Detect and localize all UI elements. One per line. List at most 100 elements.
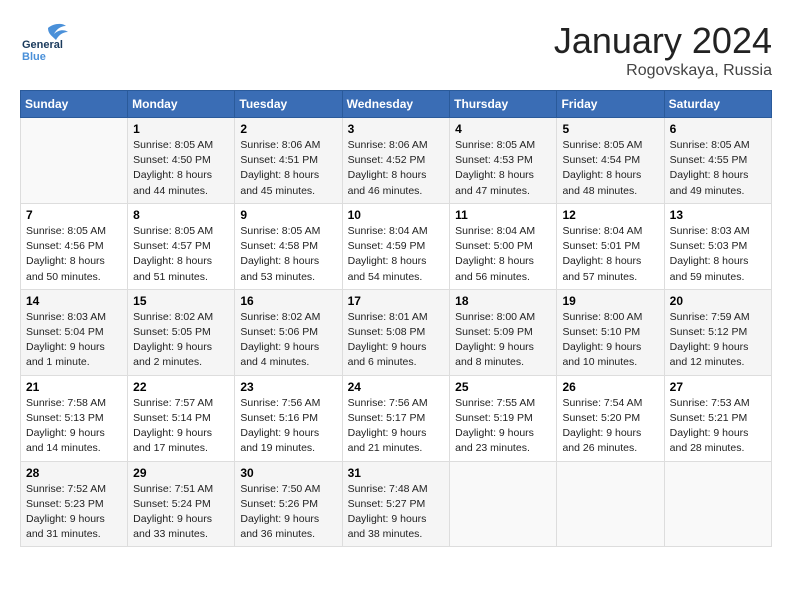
calendar-header: SundayMondayTuesdayWednesdayThursdayFrid… <box>21 91 772 118</box>
day-info: Sunrise: 8:04 AM Sunset: 5:00 PM Dayligh… <box>455 224 551 285</box>
day-info: Sunrise: 8:05 AM Sunset: 4:55 PM Dayligh… <box>670 138 766 199</box>
header-row: SundayMondayTuesdayWednesdayThursdayFrid… <box>21 91 772 118</box>
day-cell <box>450 461 557 547</box>
day-number: 22 <box>133 380 229 394</box>
day-number: 12 <box>562 208 658 222</box>
day-number: 8 <box>133 208 229 222</box>
location: Rogovskaya, Russia <box>554 62 772 80</box>
day-cell: 22Sunrise: 7:57 AM Sunset: 5:14 PM Dayli… <box>128 375 235 461</box>
day-info: Sunrise: 7:59 AM Sunset: 5:12 PM Dayligh… <box>670 310 766 371</box>
day-info: Sunrise: 8:01 AM Sunset: 5:08 PM Dayligh… <box>348 310 445 371</box>
header-cell-thursday: Thursday <box>450 91 557 118</box>
day-info: Sunrise: 8:05 AM Sunset: 4:58 PM Dayligh… <box>240 224 336 285</box>
header-cell-monday: Monday <box>128 91 235 118</box>
day-cell: 29Sunrise: 7:51 AM Sunset: 5:24 PM Dayli… <box>128 461 235 547</box>
day-cell: 18 Sunrise: 8:00 AM Sunset: 5:09 PM Dayli… <box>450 289 557 375</box>
day-cell: 8Sunrise: 8:05 AM Sunset: 4:57 PM Daylig… <box>128 203 235 289</box>
day-cell: 17 Sunrise: 8:01 AM Sunset: 5:08 PM Dayli… <box>342 289 450 375</box>
day-cell: 3 Sunrise: 8:06 AM Sunset: 4:52 PM Daylig… <box>342 118 450 204</box>
day-cell: 19Sunrise: 8:00 AM Sunset: 5:10 PM Dayli… <box>557 289 664 375</box>
day-number: 24 <box>348 380 445 394</box>
day-cell: 12 Sunrise: 8:04 AM Sunset: 5:01 PM Dayli… <box>557 203 664 289</box>
day-number: 18 <box>455 294 551 308</box>
day-info: Sunrise: 8:03 AM Sunset: 5:04 PM Dayligh… <box>26 310 122 371</box>
calendar-body: 1 Sunrise: 8:05 AM Sunset: 4:50 PM Daylig… <box>21 118 772 547</box>
day-cell: 25 Sunrise: 7:55 AM Sunset: 5:19 PM Dayli… <box>450 375 557 461</box>
day-cell: 9 Sunrise: 8:05 AM Sunset: 4:58 PM Daylig… <box>235 203 342 289</box>
day-number: 6 <box>670 122 766 136</box>
day-number: 26 <box>562 380 658 394</box>
day-number: 15 <box>133 294 229 308</box>
month-title: January 2024 <box>554 20 772 62</box>
day-number: 2 <box>240 122 336 136</box>
day-info: Sunrise: 7:54 AM Sunset: 5:20 PM Dayligh… <box>562 396 658 457</box>
day-number: 25 <box>455 380 551 394</box>
day-cell: 27 Sunrise: 7:53 AM Sunset: 5:21 PM Dayli… <box>664 375 771 461</box>
day-cell: 28Sunrise: 7:52 AM Sunset: 5:23 PM Dayli… <box>21 461 128 547</box>
day-info: Sunrise: 7:56 AM Sunset: 5:17 PM Dayligh… <box>348 396 445 457</box>
day-info: Sunrise: 7:53 AM Sunset: 5:21 PM Dayligh… <box>670 396 766 457</box>
title-block: January 2024 Rogovskaya, Russia <box>554 20 772 80</box>
day-number: 11 <box>455 208 551 222</box>
day-cell: 26 Sunrise: 7:54 AM Sunset: 5:20 PM Dayli… <box>557 375 664 461</box>
day-cell: 6 Sunrise: 8:05 AM Sunset: 4:55 PM Daylig… <box>664 118 771 204</box>
day-info: Sunrise: 7:52 AM Sunset: 5:23 PM Dayligh… <box>26 482 122 543</box>
day-cell: 14 Sunrise: 8:03 AM Sunset: 5:04 PM Dayli… <box>21 289 128 375</box>
day-info: Sunrise: 7:51 AM Sunset: 5:24 PM Dayligh… <box>133 482 229 543</box>
day-number: 3 <box>348 122 445 136</box>
day-cell: 30 Sunrise: 7:50 AM Sunset: 5:26 PM Dayli… <box>235 461 342 547</box>
day-info: Sunrise: 8:05 AM Sunset: 4:50 PM Dayligh… <box>133 138 229 199</box>
header-cell-wednesday: Wednesday <box>342 91 450 118</box>
day-cell <box>21 118 128 204</box>
week-row-5: 28Sunrise: 7:52 AM Sunset: 5:23 PM Dayli… <box>21 461 772 547</box>
day-info: Sunrise: 8:03 AM Sunset: 5:03 PM Dayligh… <box>670 224 766 285</box>
day-cell <box>664 461 771 547</box>
page-header: General Blue January 2024 Rogovskaya, Ru… <box>20 20 772 80</box>
day-cell: 4 Sunrise: 8:05 AM Sunset: 4:53 PM Daylig… <box>450 118 557 204</box>
day-cell: 1 Sunrise: 8:05 AM Sunset: 4:50 PM Daylig… <box>128 118 235 204</box>
week-row-3: 14 Sunrise: 8:03 AM Sunset: 5:04 PM Dayli… <box>21 289 772 375</box>
header-cell-saturday: Saturday <box>664 91 771 118</box>
day-info: Sunrise: 8:00 AM Sunset: 5:09 PM Dayligh… <box>455 310 551 371</box>
day-number: 20 <box>670 294 766 308</box>
svg-text:Blue: Blue <box>22 51 46 63</box>
day-number: 23 <box>240 380 336 394</box>
day-info: Sunrise: 8:06 AM Sunset: 4:51 PM Dayligh… <box>240 138 336 199</box>
day-info: Sunrise: 7:55 AM Sunset: 5:19 PM Dayligh… <box>455 396 551 457</box>
day-cell: 10 Sunrise: 8:04 AM Sunset: 4:59 PM Dayli… <box>342 203 450 289</box>
day-number: 4 <box>455 122 551 136</box>
day-info: Sunrise: 7:48 AM Sunset: 5:27 PM Dayligh… <box>348 482 445 543</box>
day-cell: 31Sunrise: 7:48 AM Sunset: 5:27 PM Dayli… <box>342 461 450 547</box>
header-cell-friday: Friday <box>557 91 664 118</box>
day-number: 30 <box>240 466 336 480</box>
day-number: 21 <box>26 380 122 394</box>
day-number: 1 <box>133 122 229 136</box>
day-cell: 16Sunrise: 8:02 AM Sunset: 5:06 PM Dayli… <box>235 289 342 375</box>
day-cell: 2 Sunrise: 8:06 AM Sunset: 4:51 PM Daylig… <box>235 118 342 204</box>
day-info: Sunrise: 8:05 AM Sunset: 4:53 PM Dayligh… <box>455 138 551 199</box>
day-number: 5 <box>562 122 658 136</box>
day-info: Sunrise: 8:04 AM Sunset: 4:59 PM Dayligh… <box>348 224 445 285</box>
day-cell: 23 Sunrise: 7:56 AM Sunset: 5:16 PM Dayli… <box>235 375 342 461</box>
day-info: Sunrise: 8:06 AM Sunset: 4:52 PM Dayligh… <box>348 138 445 199</box>
week-row-2: 7Sunrise: 8:05 AM Sunset: 4:56 PM Daylig… <box>21 203 772 289</box>
day-number: 14 <box>26 294 122 308</box>
day-info: Sunrise: 8:02 AM Sunset: 5:06 PM Dayligh… <box>240 310 336 371</box>
week-row-4: 21Sunrise: 7:58 AM Sunset: 5:13 PM Dayli… <box>21 375 772 461</box>
day-number: 7 <box>26 208 122 222</box>
logo: General Blue <box>20 20 70 65</box>
day-info: Sunrise: 8:04 AM Sunset: 5:01 PM Dayligh… <box>562 224 658 285</box>
day-number: 17 <box>348 294 445 308</box>
day-info: Sunrise: 7:50 AM Sunset: 5:26 PM Dayligh… <box>240 482 336 543</box>
day-info: Sunrise: 8:00 AM Sunset: 5:10 PM Dayligh… <box>562 310 658 371</box>
calendar-table: SundayMondayTuesdayWednesdayThursdayFrid… <box>20 90 772 547</box>
day-number: 27 <box>670 380 766 394</box>
day-cell: 21Sunrise: 7:58 AM Sunset: 5:13 PM Dayli… <box>21 375 128 461</box>
svg-text:General: General <box>22 39 63 51</box>
day-cell: 24 Sunrise: 7:56 AM Sunset: 5:17 PM Dayli… <box>342 375 450 461</box>
day-cell: 13Sunrise: 8:03 AM Sunset: 5:03 PM Dayli… <box>664 203 771 289</box>
day-number: 10 <box>348 208 445 222</box>
day-number: 9 <box>240 208 336 222</box>
day-cell: 20 Sunrise: 7:59 AM Sunset: 5:12 PM Dayli… <box>664 289 771 375</box>
day-info: Sunrise: 7:56 AM Sunset: 5:16 PM Dayligh… <box>240 396 336 457</box>
